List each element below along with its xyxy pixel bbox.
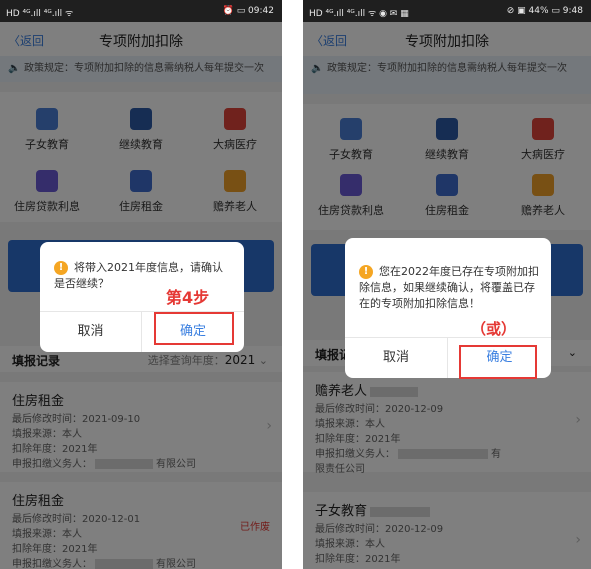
alternative-annotation: （或） bbox=[471, 320, 517, 338]
status-right: ⏰ ▭ 09:42 bbox=[222, 6, 274, 16]
phone-screenshot-left: HD ⁴ᴳ.ıll ⁴ᴳ.ıll ᯤ ⏰ ▭ 09:42 〈返回 专项附加扣除 … bbox=[0, 0, 282, 569]
status-right: ⊘ ▣ 44% ▭ 9:48 bbox=[506, 6, 583, 16]
status-bar: HD ⁴ᴳ.ıll ⁴ᴳ.ıll ᯤ ◉ ✉ ▦ ⊘ ▣ 44% ▭ 9:48 bbox=[303, 0, 591, 22]
status-bar: HD ⁴ᴳ.ıll ⁴ᴳ.ıll ᯤ ⏰ ▭ 09:42 bbox=[0, 0, 282, 22]
phone-screenshot-right: HD ⁴ᴳ.ıll ⁴ᴳ.ıll ᯤ ◉ ✉ ▦ ⊘ ▣ 44% ▭ 9:48 … bbox=[303, 0, 591, 569]
highlight-box bbox=[154, 312, 234, 345]
dialog-message-text: 您在2022年度已存在专项附加扣除信息，如果继续确认，将覆盖已存在的专项附加扣除… bbox=[359, 265, 539, 310]
highlight-box bbox=[459, 345, 537, 379]
status-left: HD ⁴ᴳ.ıll ⁴ᴳ.ıll ᯤ bbox=[6, 9, 74, 19]
cancel-button[interactable]: 取消 bbox=[345, 338, 448, 378]
warning-icon: ! bbox=[54, 261, 68, 275]
status-left: HD ⁴ᴳ.ıll ⁴ᴳ.ıll ᯤ ◉ ✉ ▦ bbox=[309, 9, 409, 19]
step-annotation: 第4步 bbox=[166, 288, 210, 307]
dialog-message: ! 您在2022年度已存在专项附加扣除信息，如果继续确认，将覆盖已存在的专项附加… bbox=[359, 264, 539, 312]
cancel-button[interactable]: 取消 bbox=[40, 312, 142, 352]
warning-icon: ! bbox=[359, 265, 373, 279]
